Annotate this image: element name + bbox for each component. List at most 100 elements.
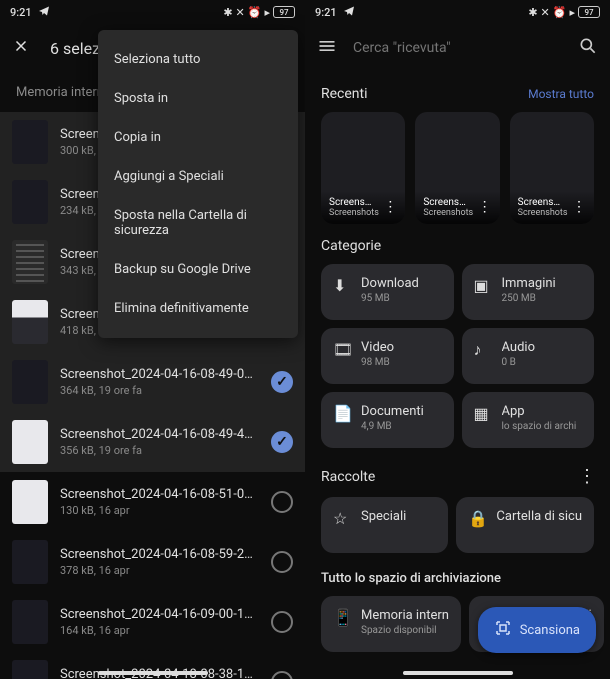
more-icon[interactable]: ⋮ [383,202,399,218]
file-thumbnail [12,660,48,679]
menu-backup-drive[interactable]: Backup su Google Drive [98,250,298,289]
collection-label: Speciali [361,509,406,524]
category-icon: 📄 [333,404,351,422]
selection-checkbox[interactable] [271,611,293,633]
category-label: Video [361,340,394,355]
storage-sub: Spazio disponibil [361,625,449,636]
category-sub: 95 MB [361,293,419,304]
file-info: Screenshot_2024-04-16-08-59-2… 378 kB, 1… [60,547,259,577]
category-sub: lo spazio di archi [502,421,577,432]
file-row[interactable]: Screenshot_2024-04-16-08-51-0… 130 kB, 1… [0,472,305,532]
search-header [305,24,610,72]
recent-show-all[interactable]: Mostra tutto [528,87,594,101]
tab-internal-storage[interactable]: Memoria interna [16,85,111,100]
file-thumbnail [12,120,48,164]
alarm-icon: ⏰ [248,6,262,19]
menu-add-special[interactable]: Aggiungi a Speciali [98,157,298,196]
vibrate-icon: ✕ [236,6,245,19]
status-time: 9:21 [315,6,337,19]
menu-move-to[interactable]: Sposta in [98,79,298,118]
scan-fab[interactable]: Scansiona [478,607,596,653]
file-thumbnail [12,540,48,584]
category-sub: 250 MB [502,293,556,304]
search-icon[interactable] [578,36,598,60]
collection-card[interactable]: ☆ Speciali [321,497,448,553]
bluetooth-icon: ✱ [528,6,537,19]
menu-select-all[interactable]: Seleziona tutto [98,40,298,79]
file-meta: 164 kB, 16 apr [60,624,259,637]
file-meta: 364 kB, 19 ore fa [60,384,259,397]
recent-header: Recenti Mostra tutto [305,72,610,112]
category-sub: 98 MB [361,357,394,368]
file-meta: 378 kB, 16 apr [60,564,259,577]
vibrate-icon: ✕ [541,6,550,19]
file-thumbnail [12,600,48,644]
menu-delete-permanent[interactable]: Elimina definitivamente [98,289,298,328]
category-card[interactable]: 📄 Documenti 4,9 MB [321,392,454,448]
category-label: Immagini [502,276,556,291]
storage-title: Tutto lo spazio di archiviazione [305,553,610,596]
telegram-icon [343,5,355,20]
nav-bar[interactable] [98,671,208,675]
file-row[interactable]: Screenshot_2024-04-16-08-59-2… 378 kB, 1… [0,532,305,592]
battery-indicator: 97 [578,6,600,18]
more-icon[interactable]: ⋮ [572,202,588,218]
file-info: Screenshot_2024-04-16-09-00-1… 164 kB, 1… [60,607,259,637]
category-card[interactable]: ▦ App lo spazio di archi [462,392,595,448]
left-panel: 9:21 ✱ ✕ ⏰ ▸ 97 6 selezio Memoria intern… [0,0,305,679]
menu-move-secure[interactable]: Sposta nella Cartella di sicurezza [98,196,298,250]
collection-label: Cartella di sicu [496,509,582,524]
selection-checkbox[interactable] [271,491,293,513]
file-meta: 130 kB, 16 apr [60,504,259,517]
file-thumbnail [12,480,48,524]
menu-icon[interactable] [317,36,337,60]
category-card[interactable]: ♪ Audio 0 B [462,328,595,384]
file-thumbnail [12,420,48,464]
collection-card[interactable]: 🔒 Cartella di sicu [456,497,594,553]
recent-title: Recenti [321,86,368,102]
category-icon: ▦ [474,404,492,422]
category-icon: ⬇ [333,276,351,294]
file-name: Screenshot_2024-04-16-08-51-0… [60,487,259,502]
menu-copy-to[interactable]: Copia in [98,118,298,157]
category-icon: ♪ [474,340,492,358]
file-thumbnail [12,300,48,344]
status-bar: 9:21 ✱ ✕ ⏰ ▸ 97 [305,0,610,24]
status-bar: 9:21 ✱ ✕ ⏰ ▸ 97 [0,0,305,24]
collections-title: Raccolte [321,469,375,485]
file-thumbnail [12,240,48,284]
selection-checkbox[interactable] [271,671,293,679]
right-panel: 9:21 ✱ ✕ ⏰ ▸ 97 Recenti Mostra tutto Scr… [305,0,610,679]
file-info: Screenshot_2024-04-16-08-49-0… 364 kB, 1… [60,367,259,397]
selection-checkbox[interactable] [271,431,293,453]
file-row[interactable]: Screenshot_2024-04-16-08-49-4… 356 kB, 1… [0,412,305,472]
categories-title: Categorie [321,238,381,254]
recent-card[interactable]: Screens… Screenshots ⋮ [415,112,499,224]
category-card[interactable]: ▣ Immagini 250 MB [462,264,595,320]
category-icon: 🎞 [333,340,351,358]
selection-checkbox[interactable] [271,371,293,393]
file-thumbnail [12,180,48,224]
search-input[interactable] [353,40,562,56]
category-card[interactable]: 🎞 Video 98 MB [321,328,454,384]
file-thumbnail [12,360,48,404]
category-label: Documenti [361,404,424,419]
scan-icon [494,619,512,641]
more-icon[interactable]: ⋮ [478,202,494,218]
category-label: Audio [502,340,535,355]
category-icon: ▣ [474,276,492,294]
wifi-icon: ▸ [264,6,270,19]
nav-bar[interactable] [403,671,513,675]
file-row[interactable]: Screenshot_2024-04-16-09-00-1… 164 kB, 1… [0,592,305,652]
selection-checkbox[interactable] [271,551,293,573]
recent-card[interactable]: Screens… Screenshots ⋮ [510,112,594,224]
alarm-icon: ⏰ [553,6,567,19]
storage-card[interactable]: 📱 Memoria intern Spazio disponibil [321,596,461,652]
file-row[interactable]: Screenshot_2024-04-16-08-49-0… 364 kB, 1… [0,352,305,412]
close-icon[interactable] [12,37,30,59]
collections-header: Raccolte ⋮ [305,448,610,497]
file-name: Screenshot_2024-04-16-08-59-2… [60,547,259,562]
recent-card[interactable]: Screens… Screenshots ⋮ [321,112,405,224]
category-card[interactable]: ⬇ Download 95 MB [321,264,454,320]
more-icon[interactable]: ⋮ [578,466,594,487]
